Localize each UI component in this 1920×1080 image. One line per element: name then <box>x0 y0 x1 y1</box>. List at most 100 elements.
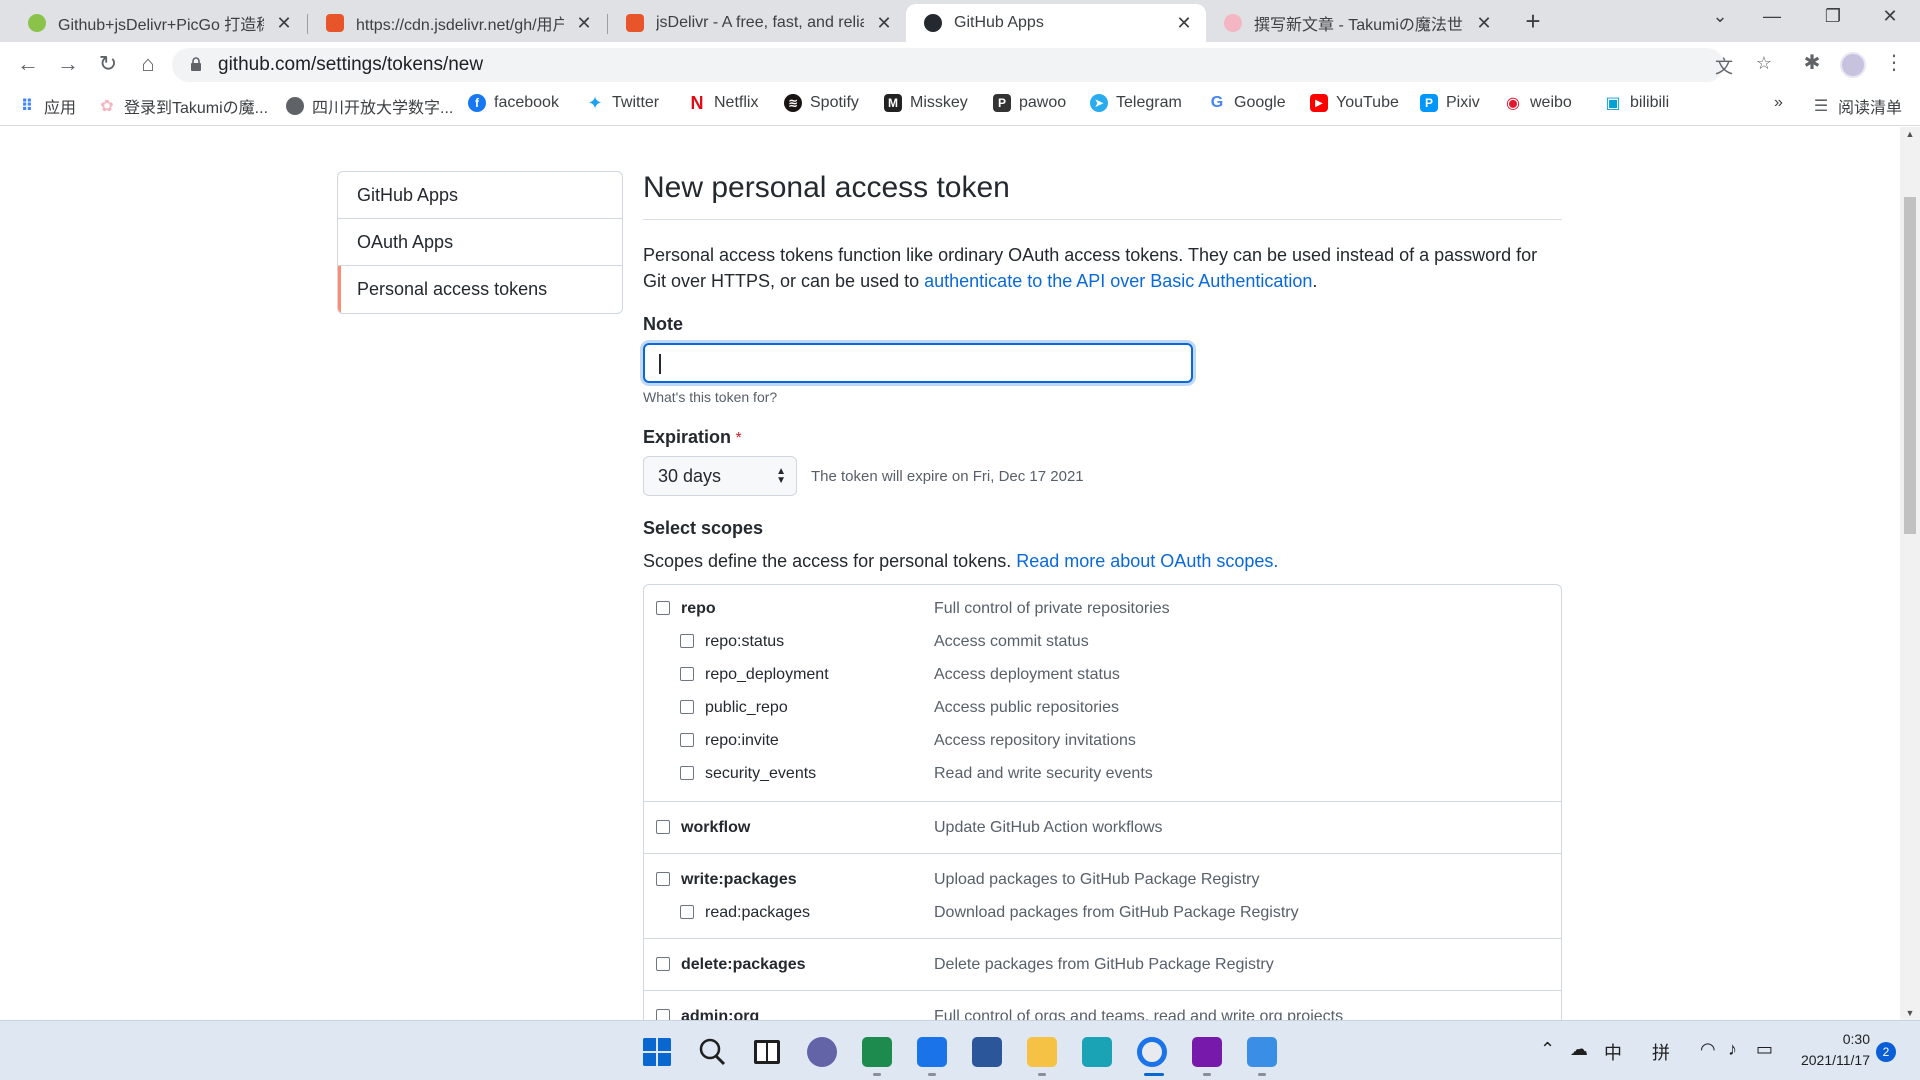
scroll-down-icon[interactable]: ▼ <box>1900 1008 1920 1018</box>
clock-date: 2021/11/17 <box>1800 1052 1870 1068</box>
ime-pinyin[interactable]: 拼 <box>1652 1039 1670 1065</box>
running-indicator <box>1258 1073 1266 1076</box>
notification-badge[interactable]: 2 <box>1876 1042 1896 1062</box>
scope-name: repo:status <box>705 633 785 650</box>
bookmark-sichuan[interactable]: 四川开放大学数字... <box>286 94 453 118</box>
restore-button[interactable]: ❐ <box>1813 6 1853 27</box>
new-tab-button[interactable]: + <box>1518 6 1548 37</box>
sidebar-item-personal-access-tokens[interactable]: Personal access tokens <box>338 266 622 313</box>
teams-chat-icon[interactable] <box>807 1037 837 1067</box>
scroll-up-icon[interactable]: ▲ <box>1900 129 1920 139</box>
scope-description: Access deployment status <box>934 666 1120 683</box>
close-icon[interactable]: ✕ <box>874 13 894 34</box>
close-icon[interactable]: ✕ <box>574 13 594 34</box>
scope-checkbox-admin-org[interactable] <box>656 1009 670 1020</box>
tab-jsdelivr-url[interactable]: https://cdn.jsdelivr.net/gh/用户 ✕ <box>308 4 606 42</box>
onedrive-icon[interactable]: ☁ <box>1570 1039 1588 1060</box>
file-explorer-icon[interactable] <box>1027 1037 1057 1067</box>
bookmark-takumi-login[interactable]: ✿ 登录到Takumiの魔... <box>98 94 268 118</box>
scope-checkbox-repo-deployment[interactable] <box>680 667 694 681</box>
bookmark-label: facebook <box>494 94 559 111</box>
sidebar-item-github-apps[interactable]: GitHub Apps <box>338 172 622 219</box>
scope-checkbox-public-repo[interactable] <box>680 700 694 714</box>
running-indicator <box>1038 1073 1046 1076</box>
task-view-icon[interactable] <box>752 1037 782 1067</box>
scope-description: Update GitHub Action workflows <box>934 819 1163 836</box>
scope-checkbox-repo-status[interactable] <box>680 634 694 648</box>
scope-checkbox-repo-invite[interactable] <box>680 733 694 747</box>
battery-icon[interactable]: ▭ <box>1756 1039 1773 1060</box>
wifi-icon[interactable]: ◠ <box>1700 1039 1716 1060</box>
scope-checkbox-delete-packages[interactable] <box>656 957 670 971</box>
bookmark-pawoo[interactable]: Ppawoo <box>993 94 1066 112</box>
reload-button[interactable]: ↻ <box>94 50 122 78</box>
bookmark-pixiv[interactable]: P Pixiv <box>1420 94 1480 112</box>
forward-button[interactable]: → <box>54 50 82 78</box>
oauth-scopes-link[interactable]: Read more about OAuth scopes. <box>1016 551 1278 571</box>
tab-github-apps[interactable]: GitHub Apps ✕ <box>906 4 1206 42</box>
chrome-icon[interactable] <box>1137 1037 1167 1067</box>
note-input[interactable] <box>643 343 1193 383</box>
tab-title: GitHub Apps <box>954 14 1044 31</box>
tab-takumi[interactable]: 撰写新文章 - Takumiの魔法世界 ✕ <box>1206 4 1506 42</box>
app-blue-icon[interactable] <box>1247 1037 1277 1067</box>
bookmarks-overflow-button[interactable]: » <box>1774 94 1783 112</box>
onenote-icon[interactable] <box>1192 1037 1222 1067</box>
scope-checkbox-read-packages[interactable] <box>680 905 694 919</box>
sidebar-item-oauth-apps[interactable]: OAuth Apps <box>338 219 622 266</box>
mail-icon[interactable] <box>917 1037 947 1067</box>
scope-name: repo:invite <box>705 732 779 749</box>
bookmark-telegram[interactable]: ➤ Telegram <box>1090 94 1182 112</box>
store-icon[interactable] <box>972 1037 1002 1067</box>
scope-checkbox-workflow[interactable] <box>656 820 670 834</box>
scope-checkbox-write-packages[interactable] <box>656 872 670 886</box>
bookmark-bilibili[interactable]: ▣ bilibili <box>1604 94 1669 112</box>
bookmark-netflix[interactable]: N Netflix <box>688 93 759 113</box>
running-indicator <box>873 1073 881 1076</box>
ime-mode[interactable]: 中 <box>1604 1039 1622 1065</box>
system-clock[interactable]: 0:30 2021/11/17 <box>1796 1029 1870 1071</box>
avatar[interactable] <box>1840 52 1866 78</box>
tab-jsdelivr[interactable]: jsDelivr - A free, fast, and reliab ✕ <box>608 4 906 42</box>
expiration-select[interactable]: 30 days ▲ ▼ <box>643 456 797 496</box>
tab-picgo[interactable]: Github+jsDelivr+PicGo 打造稳 ✕ <box>10 4 306 42</box>
search-icon[interactable] <box>697 1037 727 1067</box>
scrollbar-thumb[interactable] <box>1904 197 1916 534</box>
bookmark-facebook[interactable]: f facebook <box>468 94 559 112</box>
scope-checkbox-security-events[interactable] <box>680 766 694 780</box>
address-bar[interactable]: github.com/settings/tokens/new 文 ☆ <box>172 48 1772 82</box>
tab-search-icon[interactable]: ⌄ <box>1700 6 1740 27</box>
page-scrollbar[interactable]: ▲ ▼ <box>1900 127 1920 1020</box>
back-button[interactable]: ← <box>14 50 42 78</box>
close-window-button[interactable]: ✕ <box>1870 6 1910 27</box>
bookmark-weibo[interactable]: ◉ weibo <box>1504 94 1572 112</box>
bookmark-spotify[interactable]: ≋ Spotify <box>784 94 859 112</box>
extensions-icon[interactable]: ✱ <box>1798 50 1826 75</box>
scope-name: admin:org <box>681 1008 760 1020</box>
bookmark-misskey[interactable]: M Misskey <box>884 94 968 112</box>
minimize-button[interactable]: — <box>1752 6 1792 27</box>
url-text[interactable]: github.com/settings/tokens/new <box>218 54 483 76</box>
star-icon[interactable]: ☆ <box>1752 53 1776 74</box>
close-icon[interactable]: ✕ <box>1474 13 1494 34</box>
scopes-table: repo Full control of private repositorie… <box>643 584 1562 1020</box>
close-icon[interactable]: ✕ <box>274 13 294 34</box>
bookmark-apps[interactable]: ⠿ 应用 <box>18 94 76 118</box>
expiration-label: Expiration <box>643 427 732 447</box>
app-cubes-icon[interactable] <box>1082 1037 1112 1067</box>
close-icon[interactable]: ✕ <box>1174 13 1194 34</box>
translate-icon[interactable]: 文 <box>1712 53 1736 79</box>
reading-list-button[interactable]: ☰ 阅读清单 <box>1812 94 1902 118</box>
home-button[interactable]: ⌂ <box>134 50 162 78</box>
basic-auth-link[interactable]: authenticate to the API over Basic Authe… <box>924 271 1312 291</box>
menu-icon[interactable]: ⋮ <box>1880 50 1908 75</box>
windows-start-icon[interactable] <box>642 1037 672 1067</box>
app-green-icon[interactable] <box>862 1037 892 1067</box>
bookmark-google[interactable]: G Google <box>1208 94 1286 112</box>
chevron-up-icon[interactable]: ⌃ <box>1540 1039 1555 1060</box>
bookmark-youtube[interactable]: ▶ YouTube <box>1310 94 1399 112</box>
scope-checkbox-repo[interactable] <box>656 601 670 615</box>
volume-icon[interactable]: ♪ <box>1728 1039 1737 1060</box>
bookmark-twitter[interactable]: ✦ Twitter <box>586 93 659 113</box>
bookmark-label: 登录到Takumiの魔... <box>124 100 269 117</box>
